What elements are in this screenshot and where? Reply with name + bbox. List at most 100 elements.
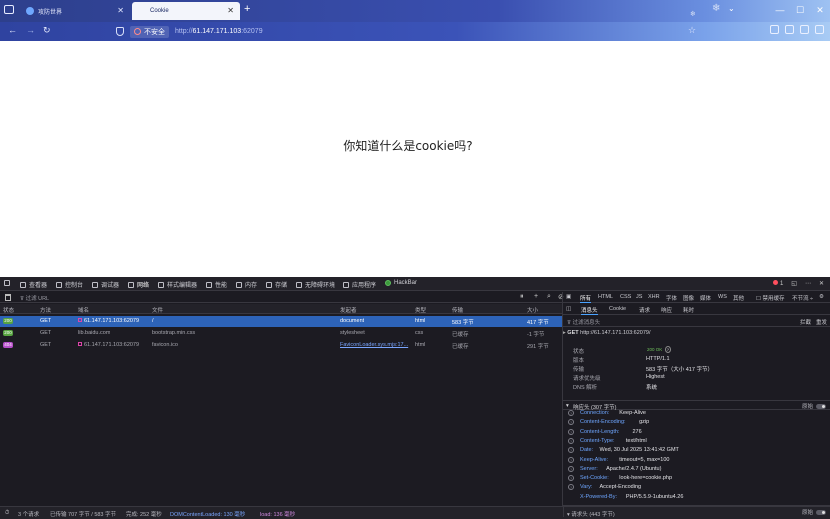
forward-arrow-icon[interactable]: → <box>26 25 35 35</box>
expand-caret-icon[interactable]: ▾ <box>567 512 570 518</box>
help-icon[interactable]: ? <box>568 475 574 482</box>
help-icon[interactable]: ? <box>568 419 574 426</box>
close-tab-icon[interactable]: ✕ <box>117 6 124 15</box>
pause-icon[interactable]: ⏸ <box>520 293 524 301</box>
table-row[interactable]: 200 GET 61.147.171.103:62079 / document … <box>0 316 562 327</box>
table-row[interactable]: 404 GET 61.147.171.103:62079 favicon.ico… <box>0 340 562 351</box>
help-icon[interactable]: ? <box>568 410 574 416</box>
pick-element-icon[interactable] <box>4 280 13 286</box>
chevron-down-icon[interactable]: ⌄ <box>728 4 735 13</box>
shield-icon[interactable] <box>116 27 124 36</box>
response-header-row[interactable]: ? Vary: Accept-Encoding <box>563 484 830 493</box>
downloads-icon[interactable] <box>770 25 779 34</box>
tab-application[interactable]: 应用程序 <box>343 280 376 289</box>
filter-headers-input[interactable]: ⊽ 过滤消息头 <box>567 318 600 326</box>
raw-toggle[interactable]: 原始 <box>802 508 826 516</box>
request-url[interactable]: http://61.147.171.103:62079/ <box>580 330 650 336</box>
tab-headers[interactable]: 消息头 <box>581 306 598 315</box>
filter-media[interactable]: 媒体 <box>700 294 711 302</box>
tab-inspector[interactable]: 查看器 <box>20 280 47 289</box>
response-header-row[interactable]: X-Powered-By: PHP/5.5.9-1ubuntu4.26 <box>563 494 830 503</box>
response-header-row[interactable]: ? Content-Encoding: gzip <box>563 419 830 428</box>
add-icon[interactable]: + <box>534 293 538 300</box>
tab-style-editor[interactable]: 样式编辑器 <box>158 280 197 289</box>
response-header-row[interactable]: ? Content-Length: 276 <box>563 428 830 438</box>
column-transferred[interactable]: 传输 <box>452 306 463 314</box>
new-tab-button[interactable]: + <box>244 3 250 15</box>
tab-list-icon[interactable] <box>4 5 14 14</box>
filter-url-input[interactable]: ⊽ 过滤 URL <box>20 294 49 302</box>
column-domain[interactable]: 域名 <box>78 306 89 314</box>
close-devtools-icon[interactable]: ✕ <box>819 280 824 287</box>
filter-fonts[interactable]: 字体 <box>666 294 677 302</box>
row-initiator-link[interactable]: FaviconLoader.sys.mjs:17... <box>340 342 410 348</box>
filter-html[interactable]: HTML <box>598 294 613 300</box>
dock-icon[interactable]: ◱ <box>791 280 797 287</box>
minimize-button[interactable]: — <box>770 0 790 22</box>
filter-ws[interactable]: WS <box>718 294 727 300</box>
response-header-row[interactable]: ? Keep-Alive: timeout=5, max=100 <box>563 456 830 466</box>
bookmark-star-icon[interactable]: ☆ <box>688 25 696 36</box>
tab-hackbar[interactable]: HackBar <box>385 280 417 286</box>
column-status[interactable]: 状态 <box>3 306 14 314</box>
help-icon[interactable]: ? <box>568 447 574 454</box>
filter-all[interactable]: 所有 <box>580 294 592 303</box>
response-header-row[interactable]: ? Set-Cookie: look-here=cookie.php <box>563 475 830 484</box>
tab-memory[interactable]: 内存 <box>236 280 257 289</box>
help-icon[interactable]: ? <box>568 484 574 491</box>
response-header-row[interactable]: ? Date: Wed, 30 Jul 2025 13:41:42 GMT <box>563 447 830 456</box>
request-headers-section[interactable]: ▾ 请求头 (443 字节) 原始 <box>563 507 830 518</box>
raw-toggle[interactable]: 原始 <box>802 402 826 410</box>
url-text[interactable]: http://61.147.171.103:62079 <box>175 28 263 35</box>
tab-storage[interactable]: 存储 <box>266 280 287 289</box>
tab-debugger[interactable]: 调试器 <box>92 280 119 289</box>
collapse-caret-icon[interactable]: ▾ <box>566 403 569 409</box>
search-icon[interactable]: ⌕ <box>547 293 551 301</box>
close-panel-icon[interactable]: ◫ <box>566 306 571 312</box>
maximize-button[interactable]: ☐ <box>790 0 810 22</box>
tab-timings[interactable]: 耗时 <box>683 306 694 314</box>
insecure-badge[interactable]: 不安全 <box>130 25 169 38</box>
resend-button[interactable]: 重发 <box>816 318 827 326</box>
tab-network[interactable]: 网络 <box>128 280 149 289</box>
reload-icon[interactable]: ↻ <box>43 25 51 36</box>
close-window-button[interactable]: ✕ <box>810 0 830 22</box>
help-icon[interactable]: ? <box>568 437 574 444</box>
response-headers-section[interactable]: ▾ 响应头 (307 字节) 原始 <box>563 400 830 411</box>
tab-cookie[interactable]: Cookie ✕ <box>132 2 240 20</box>
filter-css[interactable]: CSS <box>620 294 631 300</box>
tab-cookies[interactable]: Cookie <box>609 306 626 312</box>
extensions-menu-icon[interactable] <box>800 25 809 34</box>
hamburger-menu-icon[interactable] <box>815 25 824 34</box>
column-method[interactable]: 方法 <box>40 306 51 314</box>
throttle-select[interactable]: 不节流 ÷ <box>792 294 813 302</box>
tab-accessibility[interactable]: 无障碍环境 <box>296 280 335 289</box>
trash-icon[interactable] <box>5 294 11 301</box>
tab-response[interactable]: 响应 <box>661 306 672 314</box>
disable-cache-checkbox[interactable]: ☐ 禁用缓存 <box>756 294 784 302</box>
tab-performance[interactable]: 性能 <box>206 280 227 289</box>
column-initiator[interactable]: 发起者 <box>340 306 357 314</box>
error-indicator[interactable]: 1 <box>773 280 783 287</box>
help-icon[interactable]: ? <box>568 456 574 463</box>
tab-console[interactable]: 控制台 <box>56 280 83 289</box>
help-icon[interactable]: ? <box>568 428 574 435</box>
block-button[interactable]: 拦截 <box>800 318 811 326</box>
column-file[interactable]: 文件 <box>152 306 163 314</box>
filter-other[interactable]: 其他 <box>733 294 744 302</box>
response-header-row[interactable]: ? Server: Apache/2.4.7 (Ubuntu) <box>563 465 830 475</box>
extension-icon[interactable] <box>785 25 794 34</box>
filter-xhr[interactable]: XHR <box>648 294 660 300</box>
close-tab-icon[interactable]: ✕ <box>227 6 234 15</box>
more-options-icon[interactable]: ⋯ <box>805 280 811 287</box>
side-panel-toggle-icon[interactable]: ▣ <box>566 294 571 300</box>
expand-caret-icon[interactable]: ▸ <box>563 330 566 336</box>
tab-attack-defense-world[interactable]: 攻防世界 ✕ <box>20 2 130 20</box>
filter-js[interactable]: JS <box>636 294 642 300</box>
response-header-row[interactable]: ? Connection: Keep-Alive <box>563 410 830 419</box>
column-type[interactable]: 类型 <box>415 306 426 314</box>
column-size[interactable]: 大小 <box>527 306 538 314</box>
help-icon[interactable]: ? <box>664 346 672 353</box>
response-header-row[interactable]: ? Content-Type: text/html <box>563 437 830 447</box>
tab-request[interactable]: 请求 <box>639 306 650 314</box>
